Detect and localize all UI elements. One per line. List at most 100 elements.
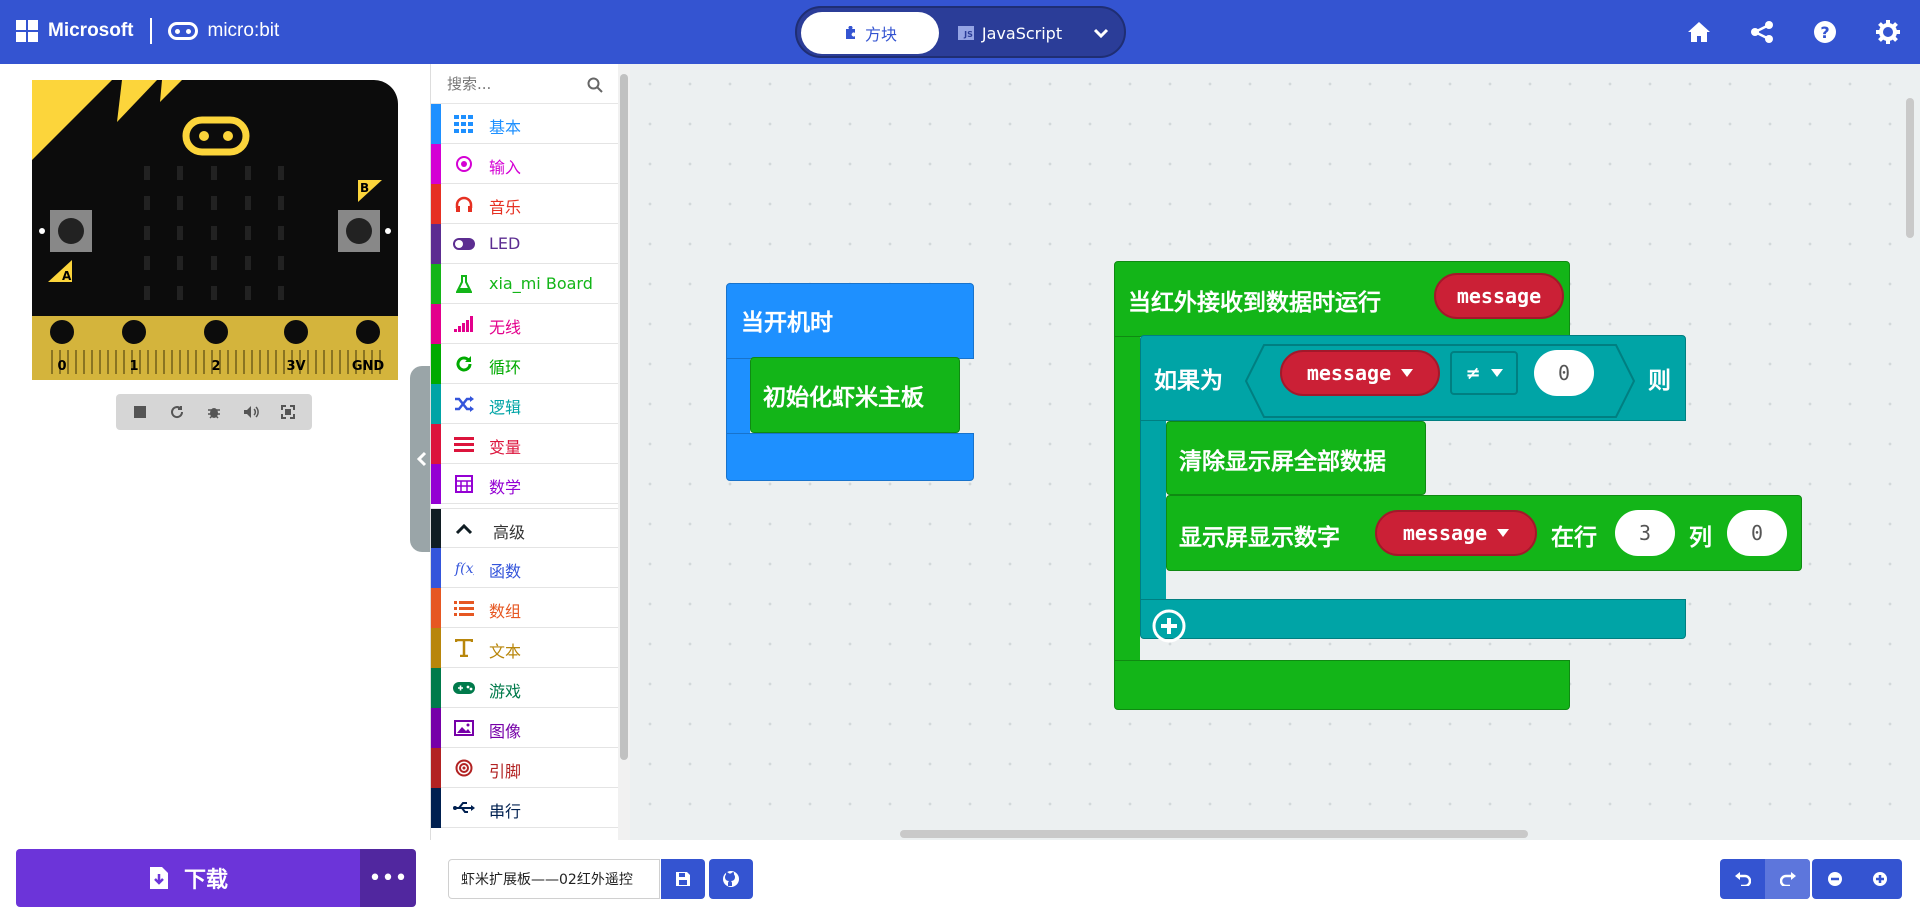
- share-button[interactable]: [1748, 18, 1776, 46]
- home-button[interactable]: [1685, 18, 1713, 46]
- category-input[interactable]: 输入: [431, 144, 618, 184]
- category-stripe: [431, 344, 441, 384]
- row-input[interactable]: 3: [1615, 510, 1675, 556]
- col-input[interactable]: 0: [1727, 510, 1787, 556]
- brand[interactable]: Microsoft micro:bit: [16, 18, 279, 44]
- show-number-block[interactable]: 显示屏显示数字 message 在行 3 列 0: [1166, 495, 1802, 571]
- category-music[interactable]: 音乐: [431, 184, 618, 224]
- flask-icon: [453, 274, 475, 294]
- on-start-label: 当开机时: [741, 309, 833, 336]
- toolbox-scrollbar[interactable]: [618, 64, 630, 841]
- top-bar: Microsoft micro:bit 方块 JS JavaScript ?: [0, 0, 1920, 64]
- category-stripe: [431, 384, 441, 424]
- category-label: 图像: [489, 722, 522, 741]
- category-images[interactable]: 图像: [431, 708, 618, 748]
- workspace-vertical-scrollbar[interactable]: [1906, 98, 1914, 238]
- tab-javascript[interactable]: JS JavaScript: [945, 12, 1075, 54]
- svg-text:?: ?: [1820, 23, 1829, 42]
- category-math[interactable]: 数学: [431, 464, 618, 504]
- category-led[interactable]: LED: [431, 224, 618, 264]
- col-value: 0: [1750, 521, 1764, 545]
- if-then-block[interactable]: 如果为 message ≠ 0 则 清除显示屏全部数据 显示屏显示数字 mess…: [1140, 335, 1920, 661]
- restart-button[interactable]: [163, 398, 191, 426]
- redo-button[interactable]: [1765, 859, 1810, 899]
- target-icon: [453, 154, 475, 174]
- show-value-dropdown[interactable]: message: [1375, 510, 1537, 556]
- category-stripe: [431, 464, 441, 504]
- undo-button[interactable]: [1720, 859, 1765, 899]
- category-serial[interactable]: 串行: [431, 788, 618, 828]
- category-advanced[interactable]: 高级: [431, 508, 618, 549]
- microbit-simulator-board[interactable]: A B 0 1 2 3V GND: [32, 80, 398, 380]
- category-variables[interactable]: 变量: [431, 424, 618, 464]
- brand-divider: [149, 18, 152, 44]
- category-basic[interactable]: 基本: [431, 104, 618, 144]
- workspace-horizontal-scrollbar[interactable]: [900, 830, 1528, 838]
- dropdown-caret-icon: [1490, 369, 1503, 377]
- init-xiami-board-label: 初始化虾米主板: [763, 384, 924, 411]
- debug-button[interactable]: [200, 398, 228, 426]
- on-start-block[interactable]: 当开机时 初始化虾米主板: [726, 283, 974, 481]
- zoom-in-button[interactable]: [1857, 859, 1902, 899]
- zoom-out-button[interactable]: [1812, 859, 1857, 899]
- add-branch-icon[interactable]: [1152, 609, 1186, 643]
- github-button[interactable]: [709, 859, 753, 899]
- button-a-label: A: [62, 269, 72, 283]
- category-label: 引脚: [489, 762, 522, 781]
- tab-blocks[interactable]: 方块: [801, 12, 939, 54]
- blocks-workspace[interactable]: 当开机时 初始化虾米主板 当红外接收到数据时运行 message 如果为 mes…: [630, 64, 1920, 841]
- category-label: 文本: [489, 642, 522, 661]
- download-options-button[interactable]: •••: [360, 849, 416, 907]
- category-stripe: [431, 184, 441, 224]
- microbit-logo-icon: [167, 22, 198, 40]
- search-input[interactable]: [447, 72, 577, 96]
- category-stripe: [431, 668, 441, 708]
- function-icon: f(x): [453, 558, 475, 578]
- category-label: 输入: [489, 158, 522, 177]
- show-number-label: 显示屏显示数字: [1179, 524, 1340, 551]
- category-stripe: [431, 104, 441, 144]
- fullscreen-button[interactable]: [274, 398, 302, 426]
- category-functions[interactable]: f(x) 函数: [431, 548, 618, 588]
- toolbox-scrollbar-thumb[interactable]: [620, 74, 628, 760]
- category-logic[interactable]: 逻辑: [431, 384, 618, 424]
- toolbox-search: [431, 64, 618, 104]
- condition-value-input[interactable]: 0: [1534, 350, 1594, 396]
- collapse-simulator-button[interactable]: [410, 366, 430, 552]
- clear-display-block[interactable]: 清除显示屏全部数据: [1166, 421, 1426, 495]
- search-icon[interactable]: [587, 77, 603, 93]
- download-icon: [149, 867, 168, 889]
- init-xiami-board-block[interactable]: 初始化虾米主板: [750, 357, 960, 433]
- category-arrays[interactable]: 数组: [431, 588, 618, 628]
- category-xiami-board[interactable]: xia_mi Board: [431, 264, 618, 304]
- redo-icon: [1779, 872, 1796, 886]
- message-parameter[interactable]: message: [1434, 273, 1564, 319]
- toolbox: 基本 输入 音乐 LED xia_mi Board 无线: [430, 64, 618, 841]
- category-stripe: [431, 509, 441, 549]
- download-button[interactable]: 下载: [16, 849, 360, 907]
- chevron-down-icon: [1093, 28, 1109, 38]
- help-button[interactable]: ?: [1811, 18, 1839, 46]
- category-pins[interactable]: 引脚: [431, 748, 618, 788]
- if-label: 如果为: [1154, 367, 1223, 394]
- stop-button[interactable]: [126, 398, 154, 426]
- category-game[interactable]: 游戏: [431, 668, 618, 708]
- mode-dropdown-button[interactable]: [1081, 12, 1121, 54]
- category-radio[interactable]: 无线: [431, 304, 618, 344]
- category-label: 数组: [489, 602, 522, 621]
- operator-dropdown[interactable]: ≠: [1450, 351, 1518, 395]
- category-text[interactable]: 文本: [431, 628, 618, 668]
- category-loops[interactable]: 循环: [431, 344, 618, 384]
- category-label: 基本: [489, 118, 522, 137]
- settings-button[interactable]: [1874, 18, 1902, 46]
- category-label: xia_mi Board: [489, 274, 593, 293]
- gamepad-icon: [453, 678, 475, 698]
- project-name-input[interactable]: [448, 859, 660, 899]
- restart-icon: [171, 406, 184, 419]
- mute-button[interactable]: [237, 398, 265, 426]
- message-parameter-label: message: [1456, 284, 1542, 308]
- save-button[interactable]: [661, 859, 705, 899]
- ir-received-event-block[interactable]: 当红外接收到数据时运行 message 如果为 message ≠ 0 则 清除…: [1114, 261, 1920, 732]
- category-label: 串行: [489, 802, 522, 821]
- condition-variable-dropdown[interactable]: message: [1280, 350, 1440, 396]
